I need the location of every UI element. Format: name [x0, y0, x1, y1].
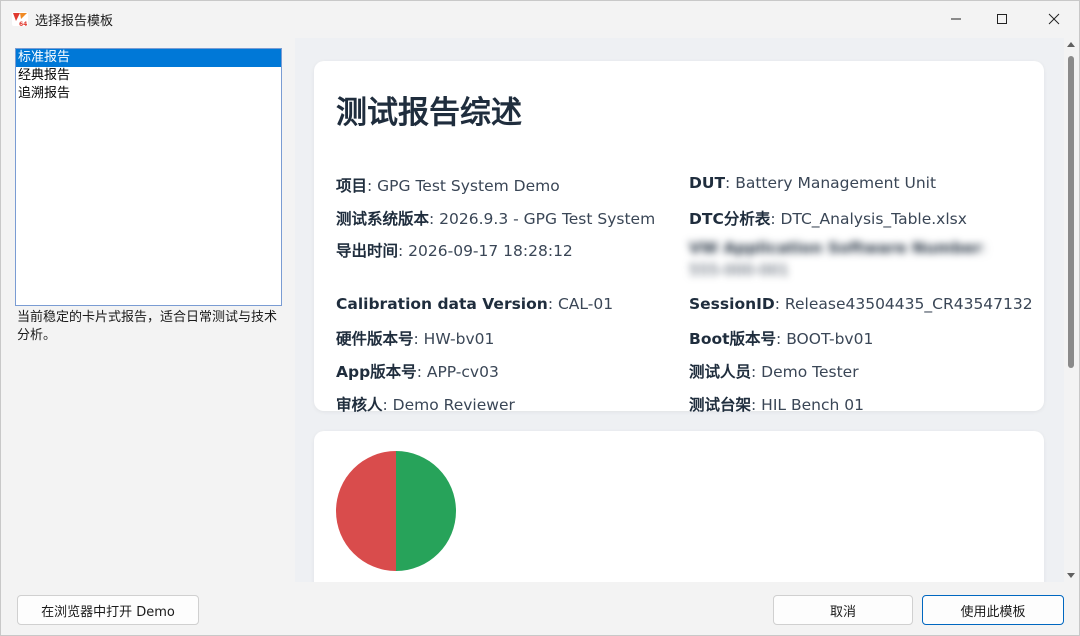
field-key: 测试系统版本 [336, 210, 430, 228]
result-pie-chart [336, 451, 456, 571]
template-item-trace[interactable]: 追溯报告 [16, 85, 281, 103]
field-value: 555-000-001 [689, 261, 789, 279]
field-hardware: 硬件版本号: HW-bv01 [336, 330, 495, 348]
field-value: GPG Test System Demo [377, 177, 560, 195]
field-value: 2026-09-17 18:28:12 [408, 242, 573, 260]
field-key: 项目 [336, 177, 368, 195]
minimize-button[interactable] [933, 1, 979, 37]
close-icon [1048, 13, 1060, 25]
field-key: 导出时间 [336, 242, 399, 260]
app-logo-icon: 64 [12, 12, 28, 28]
result-chart-card [314, 431, 1044, 582]
preview-scrollbar[interactable] [1064, 38, 1078, 582]
pie-slice-fail [336, 451, 396, 571]
field-calibration: Calibration data Version: CAL-01 [336, 295, 614, 313]
window-title: 选择报告模板 [35, 14, 114, 29]
field-key: App版本号 [336, 363, 417, 381]
use-template-button[interactable]: 使用此模板 [922, 595, 1064, 625]
field-key: DTC分析表 [689, 210, 771, 228]
field-value: HW-bv01 [423, 330, 495, 348]
close-button[interactable] [1031, 1, 1077, 37]
scroll-thumb[interactable] [1068, 56, 1074, 368]
field-session: SessionID: Release43504435_CR43547132 [689, 295, 1033, 313]
summary-card: 测试报告综述 项目: GPG Test System Demo 测试系统版本: … [314, 61, 1044, 414]
field-vw-app-blurred: VW Application Software Number: 555-000-… [689, 239, 987, 279]
template-list[interactable]: 标准报告 经典报告 追溯报告 [15, 48, 282, 306]
dialog-window: 64 选择报告模板 标准报告 经典报告 追溯报告 当前稳定的卡片式报告，适合日常… [0, 0, 1080, 636]
template-item-standard[interactable]: 标准报告 [16, 49, 281, 67]
field-value: Release43504435_CR43547132 [784, 295, 1033, 313]
template-item-classic[interactable]: 经典报告 [16, 67, 281, 85]
template-description: 当前稳定的卡片式报告，适合日常测试与技术分析。 [17, 310, 278, 343]
report-preview[interactable]: 测试报告综述 项目: GPG Test System Demo 测试系统版本: … [295, 38, 1078, 582]
field-app: App版本号: APP-cv03 [336, 363, 499, 381]
field-value: DTC_Analysis_Table.xlsx [780, 210, 967, 228]
field-key: Boot版本号 [689, 330, 777, 348]
field-key: 测试人员 [689, 363, 752, 381]
field-value: BOOT-bv01 [786, 330, 874, 348]
maximize-icon [997, 14, 1007, 24]
scroll-up-icon[interactable] [1067, 42, 1075, 47]
field-bench: 测试台架: HIL Bench 01 [689, 396, 864, 414]
field-export-time: 导出时间: 2026-09-17 18:28:12 [336, 242, 573, 260]
field-project: 项目: GPG Test System Demo [336, 177, 560, 195]
field-system-version: 测试系统版本: 2026.9.3 - GPG Test System [336, 210, 656, 228]
field-dtc: DTC分析表: DTC_Analysis_Table.xlsx [689, 210, 967, 228]
field-value: CAL-01 [557, 295, 614, 313]
field-value: APP-cv03 [426, 363, 499, 381]
field-dut: DUT: Battery Management Unit [689, 174, 937, 192]
field-value: Demo Reviewer [392, 396, 515, 414]
pie-slice-pass [396, 451, 456, 571]
field-key: Calibration data Version [336, 295, 548, 313]
field-key: SessionID [689, 295, 775, 313]
field-tester: 测试人员: Demo Tester [689, 363, 859, 381]
field-reviewer: 审核人: Demo Reviewer [336, 396, 515, 414]
title-bar: 64 选择报告模板 [1, 1, 1079, 37]
field-value: Battery Management Unit [735, 174, 937, 192]
field-value: HIL Bench 01 [761, 396, 864, 414]
open-demo-button[interactable]: 在浏览器中打开 Demo [17, 595, 199, 625]
field-value: 2026.9.3 - GPG Test System [439, 210, 656, 228]
field-key: VW Application Software Number [689, 239, 982, 257]
scroll-down-icon[interactable] [1067, 573, 1075, 578]
field-key: 硬件版本号 [336, 330, 414, 348]
field-key: 测试台架 [689, 396, 752, 414]
maximize-button[interactable] [979, 1, 1025, 37]
minimize-icon [951, 18, 961, 20]
field-key: 审核人 [336, 396, 383, 414]
cancel-button[interactable]: 取消 [773, 595, 913, 625]
field-key: DUT [689, 174, 726, 192]
field-value: Demo Tester [761, 363, 859, 381]
field-boot: Boot版本号: BOOT-bv01 [689, 330, 874, 348]
report-title: 测试报告综述 [336, 95, 522, 131]
svg-text:64: 64 [19, 21, 27, 28]
